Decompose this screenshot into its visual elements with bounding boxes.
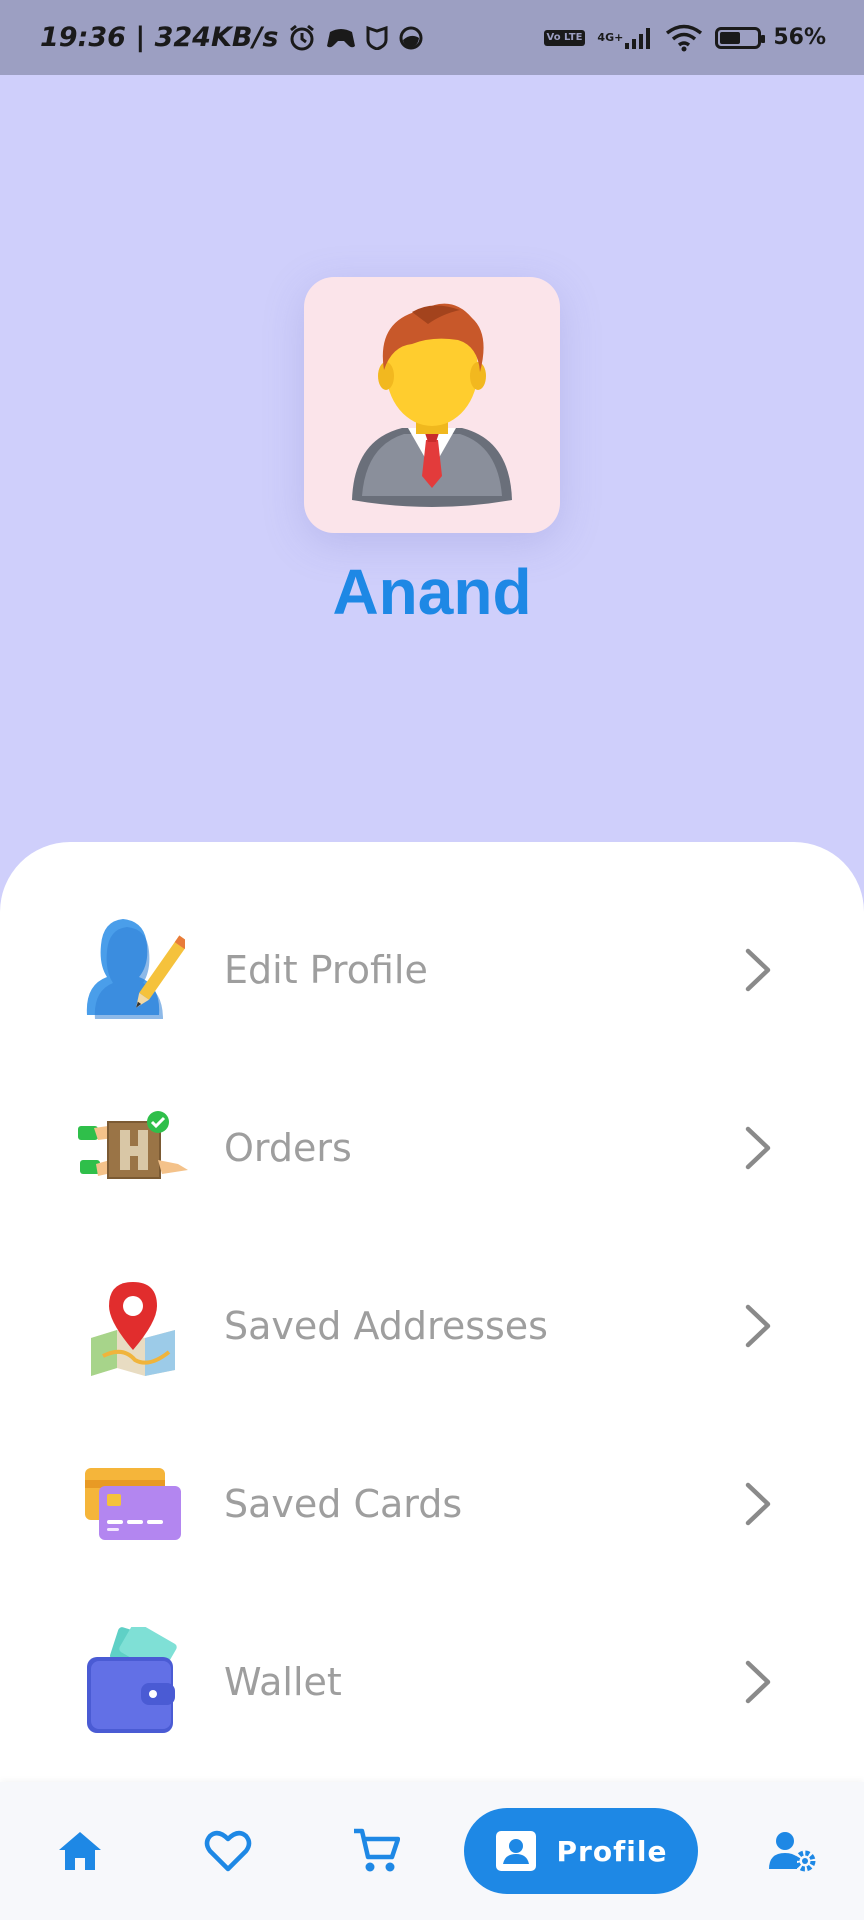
menu-item-orders[interactable]: Orders — [0, 1073, 864, 1223]
menu-item-label: Wallet — [224, 1660, 342, 1704]
battery-icon — [715, 26, 766, 49]
signal-icon: 4G+ — [597, 27, 653, 49]
menu-item-label: Edit Profile — [224, 948, 428, 992]
bottom-nav: Profile — [0, 1782, 864, 1920]
nav-home-button[interactable] — [40, 1808, 120, 1894]
nav-favorites-button[interactable] — [188, 1808, 268, 1894]
status-bar: 19:36 | 324KB/s Vo LTE 4G+ 56% — [0, 0, 864, 75]
user-name: Anand — [332, 556, 532, 628]
game-icon — [326, 26, 356, 50]
menu-item-label: Saved Addresses — [224, 1304, 548, 1348]
wifi-icon — [665, 24, 703, 52]
user-settings-icon — [769, 1832, 816, 1872]
cart-icon — [354, 1828, 400, 1872]
profile-icon — [495, 1831, 536, 1871]
menu-item-label: Orders — [224, 1126, 352, 1170]
map-pin-icon — [78, 1271, 188, 1381]
heart-icon — [204, 1830, 252, 1872]
chevron-right-icon — [745, 948, 771, 992]
nav-user-settings-button[interactable] — [752, 1808, 832, 1894]
chevron-right-icon — [745, 1660, 771, 1704]
shield-app-icon — [366, 25, 388, 50]
home-icon — [59, 1832, 101, 1870]
volte-badge: Vo LTE — [543, 29, 586, 46]
menu-item-wallet[interactable]: Wallet — [0, 1607, 864, 1757]
orders-box-icon — [78, 1093, 188, 1203]
chevron-right-icon — [745, 1482, 771, 1526]
circle-app-icon — [398, 25, 424, 51]
menu-item-saved-cards[interactable]: Saved Cards — [0, 1429, 864, 1579]
menu-item-edit-profile[interactable]: Edit Profile — [0, 895, 864, 1045]
menu-item-saved-addresses[interactable]: Saved Addresses — [0, 1251, 864, 1401]
battery-percent: 56% — [773, 25, 826, 50]
status-right: Vo LTE 4G+ 56% — [543, 24, 826, 52]
wallet-icon — [78, 1627, 188, 1737]
menu-item-label: Saved Cards — [224, 1482, 463, 1526]
battery-level — [720, 31, 741, 44]
nav-cart-button[interactable] — [336, 1808, 416, 1894]
chevron-right-icon — [745, 1126, 771, 1170]
status-time: 19:36 | 324KB/s — [40, 22, 279, 53]
nav-profile-label: Profile — [556, 1834, 668, 1868]
credit-card-icon — [78, 1449, 188, 1559]
status-left: 19:36 | 324KB/s — [40, 22, 424, 53]
network-type-label: 4G+ — [597, 31, 624, 44]
profile-menu-sheet: Edit Profile Orders Saved Addresses Save… — [0, 842, 864, 1920]
edit-profile-icon — [78, 915, 188, 1025]
chevron-right-icon — [745, 1304, 771, 1348]
nav-profile-button[interactable]: Profile — [464, 1808, 698, 1894]
avatar[interactable] — [304, 277, 560, 533]
alarm-icon — [288, 24, 316, 52]
businessman-avatar-icon — [352, 303, 512, 507]
